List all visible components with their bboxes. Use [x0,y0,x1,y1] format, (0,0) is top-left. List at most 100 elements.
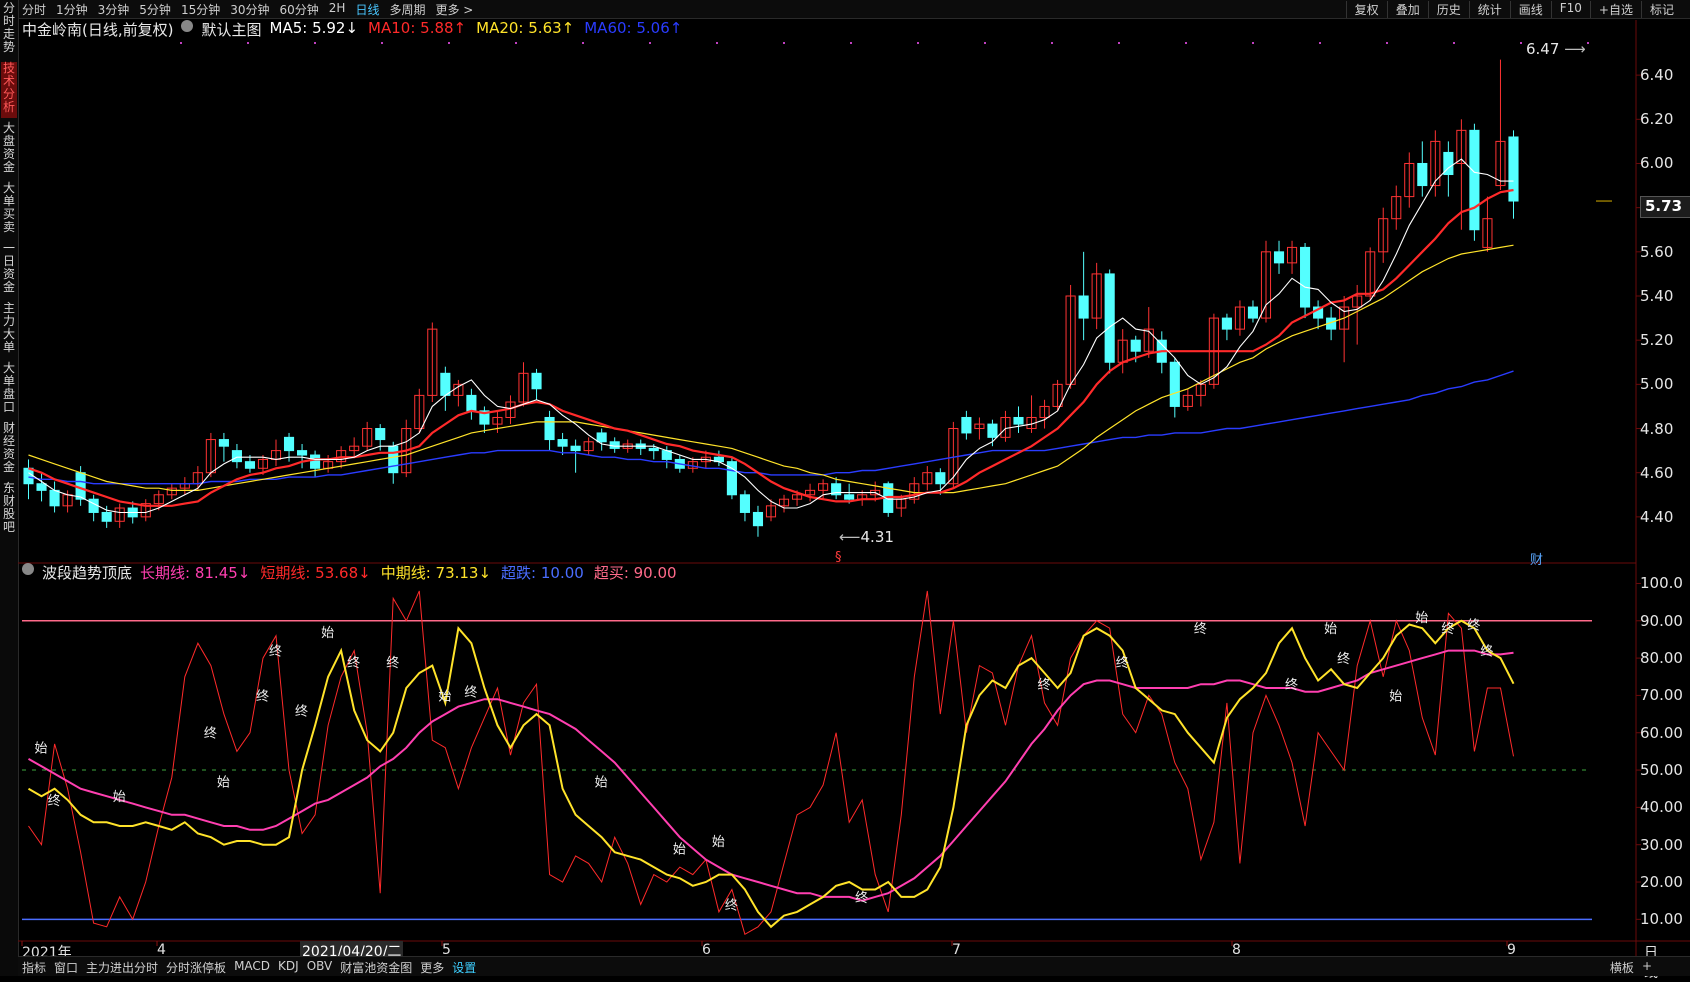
indicator-legend-item: 中期线: 73.13↓ [380,564,492,582]
start-signal-mark: 始 [113,790,126,805]
candle [726,457,737,500]
event-dot [1587,42,1589,44]
candle [388,441,399,484]
indicator-tab[interactable]: 指标 [22,959,46,976]
stock-chart[interactable]: 始终 始终始终终终始终 终始 终始始 始终 终终终终终始终始始终 终终 [0,0,1690,976]
candle [88,494,99,522]
main-chart-label[interactable]: 默认主图 [201,19,261,40]
indicator-tabs: 指标 窗口 主力进出分时 分时涨停板 MACD KDJ OBV 财富池资金图 更多 设置 [22,959,476,976]
candle [270,439,282,467]
bottom-toolbar: 指标 窗口 主力进出分时 分时涨停板 MACD KDJ OBV 财富池资金图 更多 设置 横板 + [18,956,1690,976]
indicator-line-legend: 长期线: 81.45↓ 短期线: 53.68↓ 中期线: 73.13↓ 超跌: 10.… [140,562,677,583]
candle [1313,300,1324,330]
event-finance-mark[interactable]: 财 [1530,549,1543,568]
candle [1482,196,1493,252]
candle [1234,300,1245,336]
price-tick: 4.80 [1640,419,1674,438]
candle [36,472,47,502]
end-signal-mark: 终 [386,655,399,671]
candle [1169,357,1180,418]
candle [440,366,451,411]
candle [1469,123,1480,241]
candle [192,466,203,491]
candle [739,490,751,522]
short-line [28,590,1514,936]
event-dot [783,42,785,44]
event-dot [247,42,249,44]
bottom-action[interactable]: 横板 [1610,959,1634,976]
candle [179,477,190,495]
start-signal-mark: 始 [217,775,230,790]
event-dot [917,42,919,44]
candle [323,455,334,473]
end-signal-mark: 终 [1337,651,1350,667]
candle [818,479,829,500]
candle [922,466,933,491]
end-signal-mark: 终 [1441,621,1454,637]
indicator-tick: 20.00 [1640,873,1683,892]
candle [1182,388,1193,411]
indicator-tab[interactable]: 主力进出分时 [86,959,158,976]
ma-legend-item: MA20: 5.63↑ [476,19,575,37]
candle [1391,185,1402,230]
candle [1495,59,1506,190]
candle [1508,130,1519,219]
candle [427,322,438,403]
candle [531,368,542,400]
ma-legend-item: MA5: 5.92↓ [269,19,359,37]
candle [231,443,242,469]
indicator-name[interactable]: 波段趋势顶底 [42,562,132,583]
indicator-tab[interactable]: 设置 [452,959,476,976]
candle [49,481,60,513]
end-signal-mark: 终 [204,726,217,742]
candle [1026,395,1037,433]
indicator-tab[interactable]: 更多 [420,959,444,976]
candle [310,450,321,478]
indicator-tab[interactable]: 窗口 [54,959,78,976]
event-s-mark[interactable]: § [835,550,842,565]
event-dot [1118,42,1120,44]
collapse-icon[interactable] [181,20,194,32]
candle [1378,207,1389,263]
candle [974,417,985,440]
indicator-legend-item: 超买: 90.00 [593,564,677,582]
price-tick: 4.40 [1640,507,1674,526]
main-legend: 中金岭南(日线,前复权) 默认主图 MA5: 5.92↓ MA10: 5.88↑ M… [22,19,682,40]
collapse-icon[interactable] [22,563,34,575]
event-dot [448,42,450,44]
start-signal-mark: 始 [595,775,608,790]
start-signal-mark: 始 [673,842,686,857]
end-signal-mark: 终 [855,890,868,906]
event-dot [1051,42,1053,44]
end-signal-mark: 终 [1480,644,1493,660]
indicator-tab[interactable]: 财富池资金图 [340,959,412,976]
event-dot [1185,42,1187,44]
candle [1417,141,1428,197]
candle [349,437,360,458]
event-dot [850,42,852,44]
stock-title: 中金岭南(日线,前复权) [22,21,174,39]
end-signal-mark: 终 [1194,621,1207,637]
price-tick: 5.20 [1640,331,1674,350]
candle [948,421,959,489]
high-price-mark: 6.47 ⟶ [1526,40,1586,58]
candle [778,494,790,513]
indicator-legend-item: 超跌: 10.00 [501,564,584,582]
indicator-tab[interactable]: OBV [307,959,333,976]
event-dot [984,42,986,44]
event-dot [582,42,584,44]
indicator-panel: 始终 始终始终终终始终 终始 终始始 始终 终终终终终始终始始终 终终 [22,590,1592,936]
indicator-tab[interactable]: KDJ [278,959,299,976]
bottom-action[interactable]: + [1642,959,1652,976]
price-tick: 5.00 [1640,375,1674,394]
price-tick: 4.60 [1640,463,1674,482]
ma-legend-item: MA60: 5.06↑ [584,19,683,37]
candle [909,477,920,504]
event-dot [381,42,383,44]
end-signal-mark: 终 [464,685,477,701]
candle [1013,406,1024,433]
indicator-tab[interactable]: 分时涨停板 [166,959,226,976]
indicator-tick: 50.00 [1640,761,1683,780]
indicator-tab[interactable]: MACD [234,959,270,976]
candle [1443,141,1454,197]
